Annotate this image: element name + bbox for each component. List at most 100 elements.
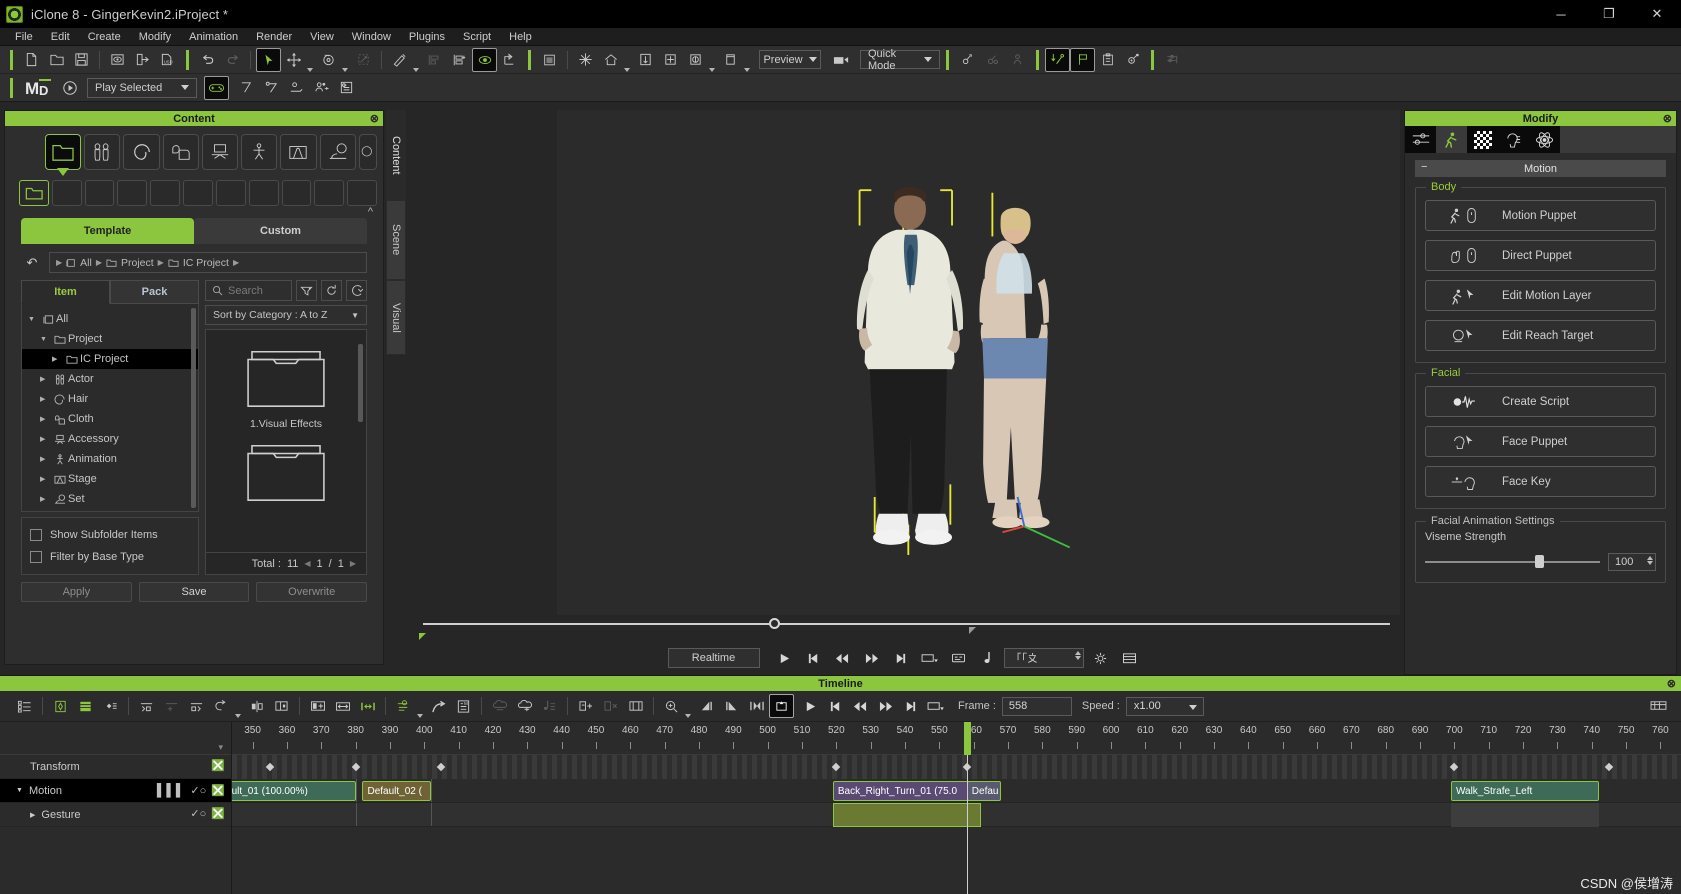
expand-arrow-icon[interactable]: ▼ [16, 787, 23, 794]
play-button[interactable] [772, 647, 797, 669]
light-icon[interactable] [573, 48, 598, 72]
timeline-track-gesture[interactable] [232, 803, 1681, 827]
direct-puppet-button[interactable]: Direct Puppet [1425, 240, 1656, 271]
content-panel-close-icon[interactable]: ⊗ [370, 112, 379, 125]
thumbnail-scrollbar[interactable] [358, 344, 363, 422]
fast-forward-button[interactable] [859, 647, 884, 669]
expand-arrow-icon[interactable]: ▶ [40, 455, 52, 463]
menu-plugins[interactable]: Plugins [400, 28, 454, 46]
zoom-dropdown-arrow[interactable] [684, 694, 694, 718]
enable-icon[interactable]: ✓○ [190, 807, 206, 820]
visibility-eye-icon[interactable] [472, 47, 497, 72]
thumbnail-item[interactable] [206, 436, 366, 506]
subcategory-slot-5[interactable] [150, 180, 181, 206]
split-clip-icon[interactable] [269, 694, 294, 718]
collapse-section-icon[interactable]: − [1421, 161, 1427, 173]
set-range-start-icon[interactable] [694, 694, 719, 718]
viseme-strength-field[interactable]: 100 [1608, 553, 1656, 571]
tab-custom[interactable]: Custom [194, 218, 367, 244]
quick-mode-dropdown[interactable]: Quick Mode [860, 48, 940, 72]
filter-icon[interactable] [296, 280, 317, 301]
mirror-key-icon[interactable] [244, 694, 269, 718]
expand-arrow-icon[interactable]: ▶ [40, 395, 52, 403]
export-usd-icon[interactable]: USD [155, 48, 180, 72]
timeline-ruler-area[interactable]: 350 360 370 380 390 400 410 420 430 440 450 460 470 4… [232, 722, 1681, 894]
thumbnail-item[interactable]: 1.Visual Effects [206, 342, 366, 430]
audio-track-icon[interactable] [537, 694, 562, 718]
time-spinner[interactable] [1074, 651, 1081, 660]
tab-motion[interactable] [1436, 126, 1467, 153]
category-animation-icon[interactable] [241, 134, 278, 170]
expand-arrow-icon[interactable]: ▶ [30, 811, 35, 819]
close-icon[interactable]: ❎ [211, 784, 225, 797]
ground-anchor-icon[interactable] [284, 76, 309, 100]
cloud-motion-icon[interactable] [487, 694, 512, 718]
edit-motion-layer-button[interactable]: Edit Motion Layer [1425, 280, 1656, 311]
snap-clip-icon[interactable] [355, 694, 380, 718]
loop-dropdown-arrow[interactable] [234, 694, 244, 718]
align-distribute-icon[interactable] [447, 48, 472, 72]
face-puppet-button[interactable]: Face Puppet [1425, 426, 1656, 457]
subcategory-slot-7[interactable] [215, 180, 246, 206]
next-page-icon[interactable]: ▶ [350, 559, 356, 568]
audio-note-icon[interactable] [975, 647, 1000, 669]
layers-icon[interactable]: ▌▌▌ [157, 783, 186, 797]
gesture-clip[interactable] [832, 803, 981, 827]
redo-icon[interactable] [220, 48, 245, 72]
search-input[interactable]: Search [205, 280, 292, 301]
tree-scrollbar[interactable] [191, 308, 196, 508]
select-tool-icon[interactable] [256, 47, 281, 72]
tab-pack[interactable]: Pack [110, 280, 199, 304]
globe-view-icon[interactable] [683, 48, 708, 72]
timeline-loop-range-icon[interactable] [923, 694, 948, 718]
loop-key-icon[interactable] [209, 694, 234, 718]
apply-button[interactable]: Apply [21, 582, 132, 602]
paint-dropdown-arrow[interactable] [412, 48, 422, 72]
pivot-icon[interactable] [497, 48, 522, 72]
motion-path-icon[interactable] [426, 694, 451, 718]
set-range-end-icon[interactable] [719, 694, 744, 718]
bone-target-icon[interactable] [980, 48, 1005, 72]
tree-node-all[interactable]: ▼ All [22, 309, 198, 329]
play-selected-dropdown[interactable]: Play Selected [87, 77, 197, 98]
rewind-button[interactable] [830, 647, 855, 669]
menu-window[interactable]: Window [343, 28, 400, 46]
globe-dropdown-arrow[interactable] [708, 48, 718, 72]
expand-arrow-icon[interactable]: ▶ [40, 415, 52, 423]
tab-physics[interactable] [1529, 126, 1560, 153]
modify-panel-close-icon[interactable]: ⊗ [1663, 112, 1672, 125]
menu-help[interactable]: Help [500, 28, 541, 46]
crowd-icon[interactable] [1005, 48, 1030, 72]
sort-dropdown[interactable]: Sort by Category : A to Z ▼ [205, 305, 367, 325]
paint-tool-icon[interactable] [387, 48, 412, 72]
track-row-motion[interactable]: ▼ Motion ▌▌▌ ✓○ ❎ [0, 779, 231, 803]
transition-curve-icon[interactable] [391, 694, 416, 718]
tree-node-set[interactable]: ▶ Set [22, 489, 198, 509]
filter-by-base-type-row[interactable]: Filter by Base Type [30, 546, 190, 568]
move-tool-icon[interactable] [281, 48, 306, 72]
timeline-clip[interactable]: Back_Right_Turn_01 (75.0 [832, 781, 981, 801]
viseme-strength-slider[interactable] [1425, 555, 1600, 569]
new-project-icon[interactable] [19, 48, 44, 72]
menu-render[interactable]: Render [247, 28, 301, 46]
category-set-icon[interactable] [319, 134, 356, 170]
viseme-spinner[interactable] [1647, 556, 1653, 565]
insert-frames-icon[interactable] [573, 694, 598, 718]
gamepad-icon[interactable] [204, 75, 229, 100]
range-start-marker-icon[interactable] [419, 633, 426, 640]
save-project-icon[interactable] [69, 48, 94, 72]
stretch-clip-icon[interactable] [330, 694, 355, 718]
loop-playback-icon[interactable] [769, 694, 794, 718]
play-motion-icon[interactable] [57, 76, 82, 100]
menu-file[interactable]: File [6, 28, 42, 46]
viewport-3d-canvas[interactable] [557, 110, 1400, 615]
viewport-scrub-track[interactable] [423, 618, 1390, 629]
category-props-icon[interactable] [358, 134, 377, 170]
tree-node-stage[interactable]: ▶ Stage [22, 469, 198, 489]
sidebar-item-scene[interactable]: Scene [386, 200, 406, 280]
go-to-start-button[interactable] [801, 647, 826, 669]
add-cloud-motion-icon[interactable] [512, 694, 537, 718]
tree-node-project[interactable]: ▼ Project [22, 329, 198, 349]
range-end-marker-icon[interactable] [969, 627, 976, 634]
menu-modify[interactable]: Modify [130, 28, 180, 46]
